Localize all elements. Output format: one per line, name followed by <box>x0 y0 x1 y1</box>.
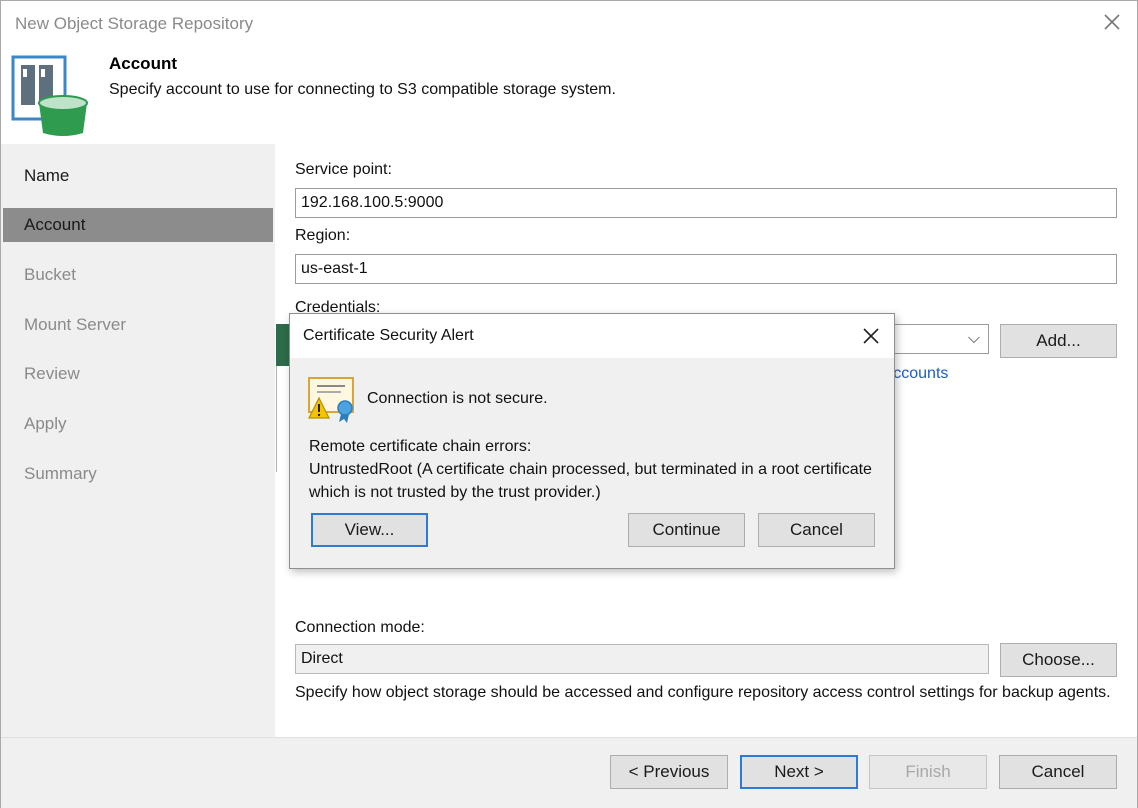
errors-heading: Remote certificate chain errors: <box>309 438 532 455</box>
page-description: Specify account to use for connecting to… <box>109 81 616 98</box>
page-title: Account <box>109 54 177 73</box>
certificate-alert-dialog: Certificate Security Alert Connection is… <box>289 313 895 569</box>
wizard-footer: < Previous Next > Finish Cancel <box>1 737 1137 808</box>
dialog-title: Certificate Security Alert <box>303 327 474 344</box>
next-button[interactable]: Next > <box>740 755 858 789</box>
cancel-button[interactable]: Cancel <box>999 755 1117 789</box>
dialog-cancel-button[interactable]: Cancel <box>758 513 875 547</box>
continue-button[interactable]: Continue <box>628 513 745 547</box>
sidebar-item-review[interactable]: Review <box>3 357 273 391</box>
dialog-titlebar: Certificate Security Alert <box>290 314 894 358</box>
dialog-message: Connection is not secure. <box>367 390 548 407</box>
sidebar-item-account[interactable]: Account <box>3 208 273 242</box>
choose-connection-mode-button[interactable]: Choose... <box>1000 643 1117 677</box>
finish-button: Finish <box>869 755 987 789</box>
dialog-close-icon[interactable] <box>858 323 884 349</box>
sidebar-item-bucket[interactable]: Bucket <box>3 258 273 292</box>
region-label: Region: <box>295 227 351 244</box>
sidebar-item-apply[interactable]: Apply <box>3 407 273 441</box>
region-input[interactable]: us-east-1 <box>295 254 1117 284</box>
wizard-header: Account Specify account to use for conne… <box>1 45 1137 143</box>
service-point-input[interactable]: 192.168.100.5:9000 <box>295 188 1117 218</box>
sidebar-item-mount-server[interactable]: Mount Server <box>3 308 273 342</box>
add-credentials-button[interactable]: Add... <box>1000 324 1117 358</box>
certificate-warning-icon <box>308 377 354 423</box>
sidebar-item-name[interactable]: Name <box>3 159 273 193</box>
wizard-steps-sidebar: Name Account Bucket Mount Server Review … <box>1 144 275 737</box>
window-titlebar: New Object Storage Repository <box>1 1 1137 45</box>
close-icon[interactable] <box>1099 9 1125 35</box>
connection-mode-help: Specify how object storage should be acc… <box>295 684 1111 701</box>
window-title: New Object Storage Repository <box>15 14 254 33</box>
error-detail: UntrustedRoot (A certificate chain proce… <box>309 461 872 501</box>
service-point-label: Service point: <box>295 161 392 178</box>
sidebar-item-summary[interactable]: Summary <box>3 457 273 491</box>
connection-mode-label: Connection mode: <box>295 619 425 636</box>
object-storage-repository-icon <box>11 55 88 136</box>
dialog-error-details: Remote certificate chain errors: Untrust… <box>309 435 884 504</box>
chevron-down-icon: ⌵ <box>967 330 980 347</box>
credentials-list-selection <box>276 324 290 366</box>
connection-mode-field: Direct <box>295 644 989 674</box>
previous-button[interactable]: < Previous <box>610 755 728 789</box>
view-certificate-button[interactable]: View... <box>311 513 428 547</box>
